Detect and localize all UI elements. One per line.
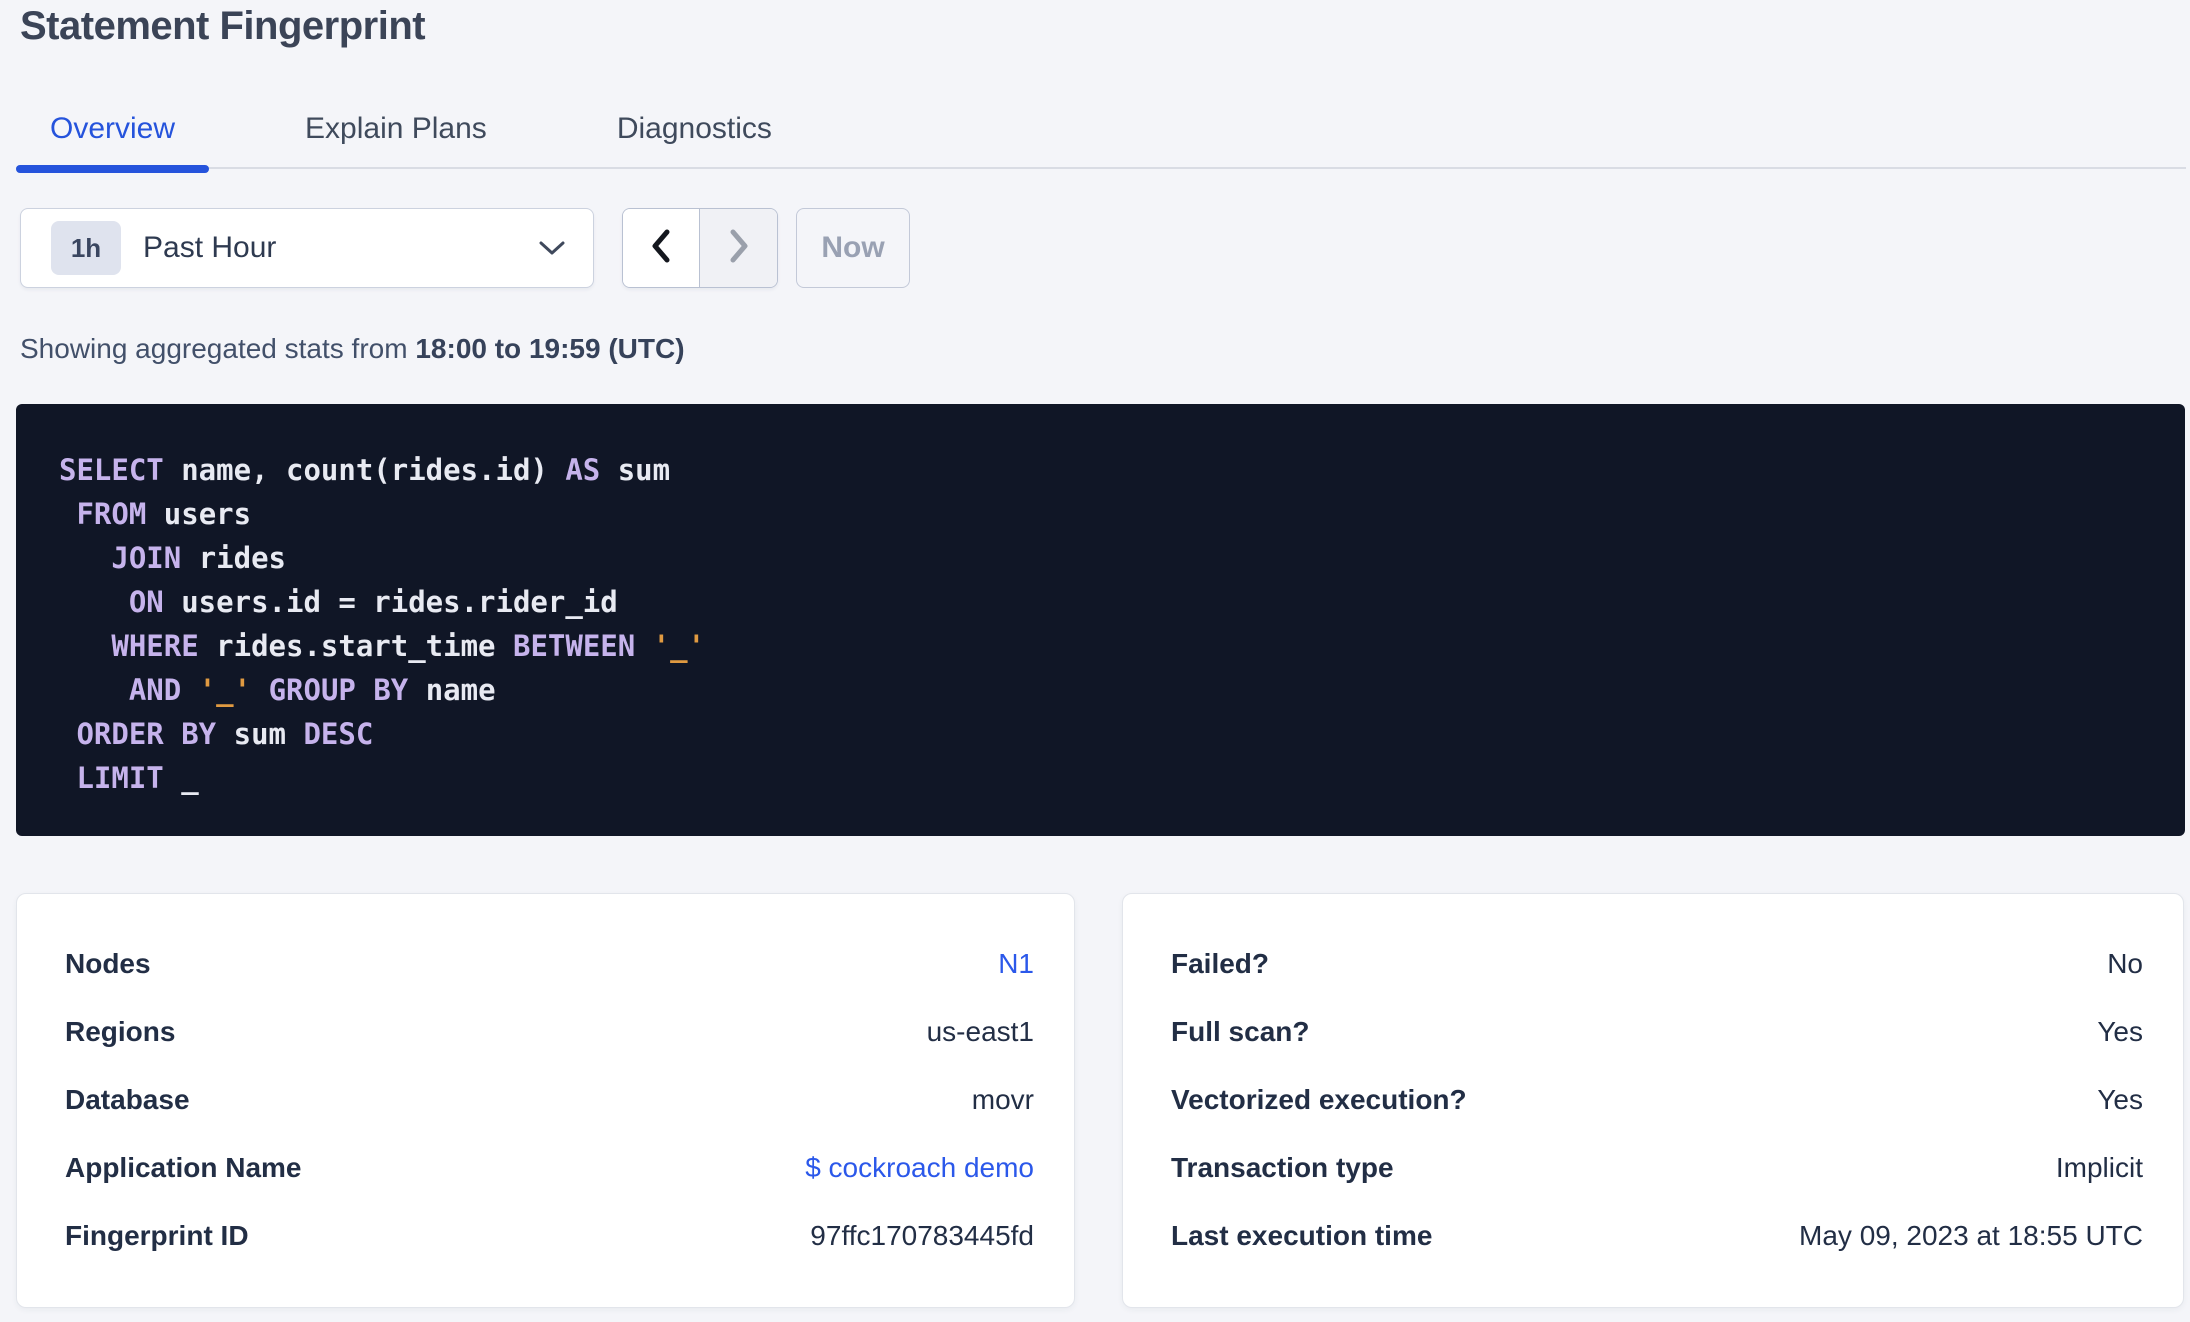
sql-token: AND xyxy=(128,673,182,707)
info-row-label: Application Name xyxy=(65,1152,302,1183)
info-row-value: 97ffc170783445fd xyxy=(810,1220,1034,1251)
sql-token: BETWEEN xyxy=(512,629,636,663)
info-row: Last execution time May 09, 2023 at 18:55… xyxy=(1171,1202,2143,1270)
info-row: Regions us-east1 xyxy=(65,998,1034,1066)
aggregated-stats-text: Showing aggregated stats from 18:00 to 1… xyxy=(20,333,685,365)
sql-token: users.id = rides.rider_id xyxy=(163,585,618,619)
time-interval-select[interactable]: 1h Past Hour xyxy=(20,208,594,288)
info-row-value: Implicit xyxy=(2055,1152,2143,1183)
sql-line: AND '_' GROUP BY name xyxy=(59,668,2155,712)
info-row: Nodes N1 xyxy=(65,930,1034,998)
sql-token: SELECT xyxy=(59,453,164,487)
tab-diagnostics[interactable]: Diagnostics xyxy=(617,103,772,171)
sql-token: WHERE xyxy=(111,629,199,663)
statement-details-card: Nodes N1 Regions us-east1 Database movr Applic… xyxy=(16,893,1075,1308)
tab-explain-plans[interactable]: Explain Plans xyxy=(305,103,487,171)
info-row: Database movr xyxy=(65,1066,1034,1134)
info-row: Fingerprint ID 97ffc170783445fd xyxy=(65,1202,1034,1270)
sql-token: ORDER BY xyxy=(76,717,217,751)
statement-details-rows: Nodes N1 Regions us-east1 Database movr Applic… xyxy=(65,930,1034,1270)
interval-badge: 1h xyxy=(51,221,121,275)
sql-line: FROM users xyxy=(59,492,2155,536)
tab-overview[interactable]: Overview xyxy=(15,103,210,173)
sql-token: '_' xyxy=(198,673,252,707)
info-row-value: movr xyxy=(971,1084,1034,1115)
sql-token: ON xyxy=(128,585,164,619)
sql-line: WHERE rides.start_time BETWEEN '_' xyxy=(59,624,2155,668)
info-row-label: Full scan? xyxy=(1171,1016,1310,1047)
statement-fingerprint-page: Statement Fingerprint Overview Explain P… xyxy=(0,0,2190,1322)
sql-token: '_' xyxy=(652,629,706,663)
info-row-label: Fingerprint ID xyxy=(65,1220,249,1251)
sql-token: LIMIT xyxy=(76,761,164,795)
execution-attributes-rows: Failed? No Full scan? Yes Vectorized executi… xyxy=(1171,930,2143,1270)
sql-token: _ xyxy=(163,761,199,795)
next-interval-button[interactable] xyxy=(700,209,777,287)
info-row-value: No xyxy=(2107,948,2143,979)
info-row-value: Yes xyxy=(2097,1016,2143,1047)
sql-token: users xyxy=(146,497,252,531)
info-row-label: Regions xyxy=(65,1016,176,1047)
info-row-label: Transaction type xyxy=(1171,1152,1394,1183)
info-row-value: Yes xyxy=(2097,1084,2143,1115)
chevron-right-icon xyxy=(729,229,749,268)
info-row-label: Failed? xyxy=(1171,948,1270,979)
chevron-down-icon xyxy=(539,240,565,256)
sql-token: GROUP BY xyxy=(268,673,409,707)
sql-token: JOIN xyxy=(111,541,182,575)
sql-line: ORDER BY sum DESC xyxy=(59,712,2155,756)
time-picker-row: 1h Past Hour Now xyxy=(20,208,910,288)
info-row-value-link[interactable]: $ cockroach demo xyxy=(805,1152,1034,1184)
tab-bar: Overview Explain Plans Diagnostics xyxy=(15,103,2186,173)
sql-token: FROM xyxy=(76,497,147,531)
sql-line: LIMIT _ xyxy=(59,756,2155,800)
info-row: Application Name $ cockroach demo xyxy=(65,1134,1034,1202)
sql-token: sum xyxy=(216,717,304,751)
sql-token: name xyxy=(408,673,496,707)
info-row-value: May 09, 2023 at 18:55 UTC xyxy=(1799,1220,2143,1251)
chevron-left-icon xyxy=(651,229,671,268)
info-row: Full scan? Yes xyxy=(1171,998,2143,1066)
prev-interval-button[interactable] xyxy=(623,209,700,287)
stats-range: 18:00 to 19:59 (UTC) xyxy=(415,333,685,364)
sql-token: name, count(rides.id) xyxy=(163,453,566,487)
sql-line: JOIN rides xyxy=(59,536,2155,580)
now-button[interactable]: Now xyxy=(796,208,910,288)
sql-token: DESC xyxy=(303,717,374,751)
info-row-label: Database xyxy=(65,1084,190,1115)
page-title: Statement Fingerprint xyxy=(20,4,426,48)
info-row-value-link[interactable]: N1 xyxy=(998,948,1034,980)
info-row: Failed? No xyxy=(1171,930,2143,998)
sql-token: rides xyxy=(181,541,286,575)
sql-statement-box: SELECT name, count(rides.id) AS sum FROM… xyxy=(16,404,2185,836)
execution-attributes-card: Failed? No Full scan? Yes Vectorized executi… xyxy=(1122,893,2184,1308)
sql-token: rides.start_time xyxy=(198,629,513,663)
info-row-label: Last execution time xyxy=(1171,1220,1433,1251)
sql-token: sum xyxy=(600,453,671,487)
info-row: Transaction type Implicit xyxy=(1171,1134,2143,1202)
sql-line: ON users.id = rides.rider_id xyxy=(59,580,2155,624)
interval-nav-group xyxy=(622,208,778,288)
info-row: Vectorized execution? Yes xyxy=(1171,1066,2143,1134)
sql-line: SELECT name, count(rides.id) AS sum xyxy=(59,448,2155,492)
info-row-value: us-east1 xyxy=(926,1016,1034,1047)
info-row-label: Nodes xyxy=(65,948,151,979)
info-row-label: Vectorized execution? xyxy=(1171,1084,1467,1115)
sql-statement: SELECT name, count(rides.id) AS sum FROM… xyxy=(59,448,2155,800)
stats-prefix: Showing aggregated stats from xyxy=(20,333,416,364)
sql-token: AS xyxy=(565,453,601,487)
interval-label: Past Hour xyxy=(143,231,277,264)
